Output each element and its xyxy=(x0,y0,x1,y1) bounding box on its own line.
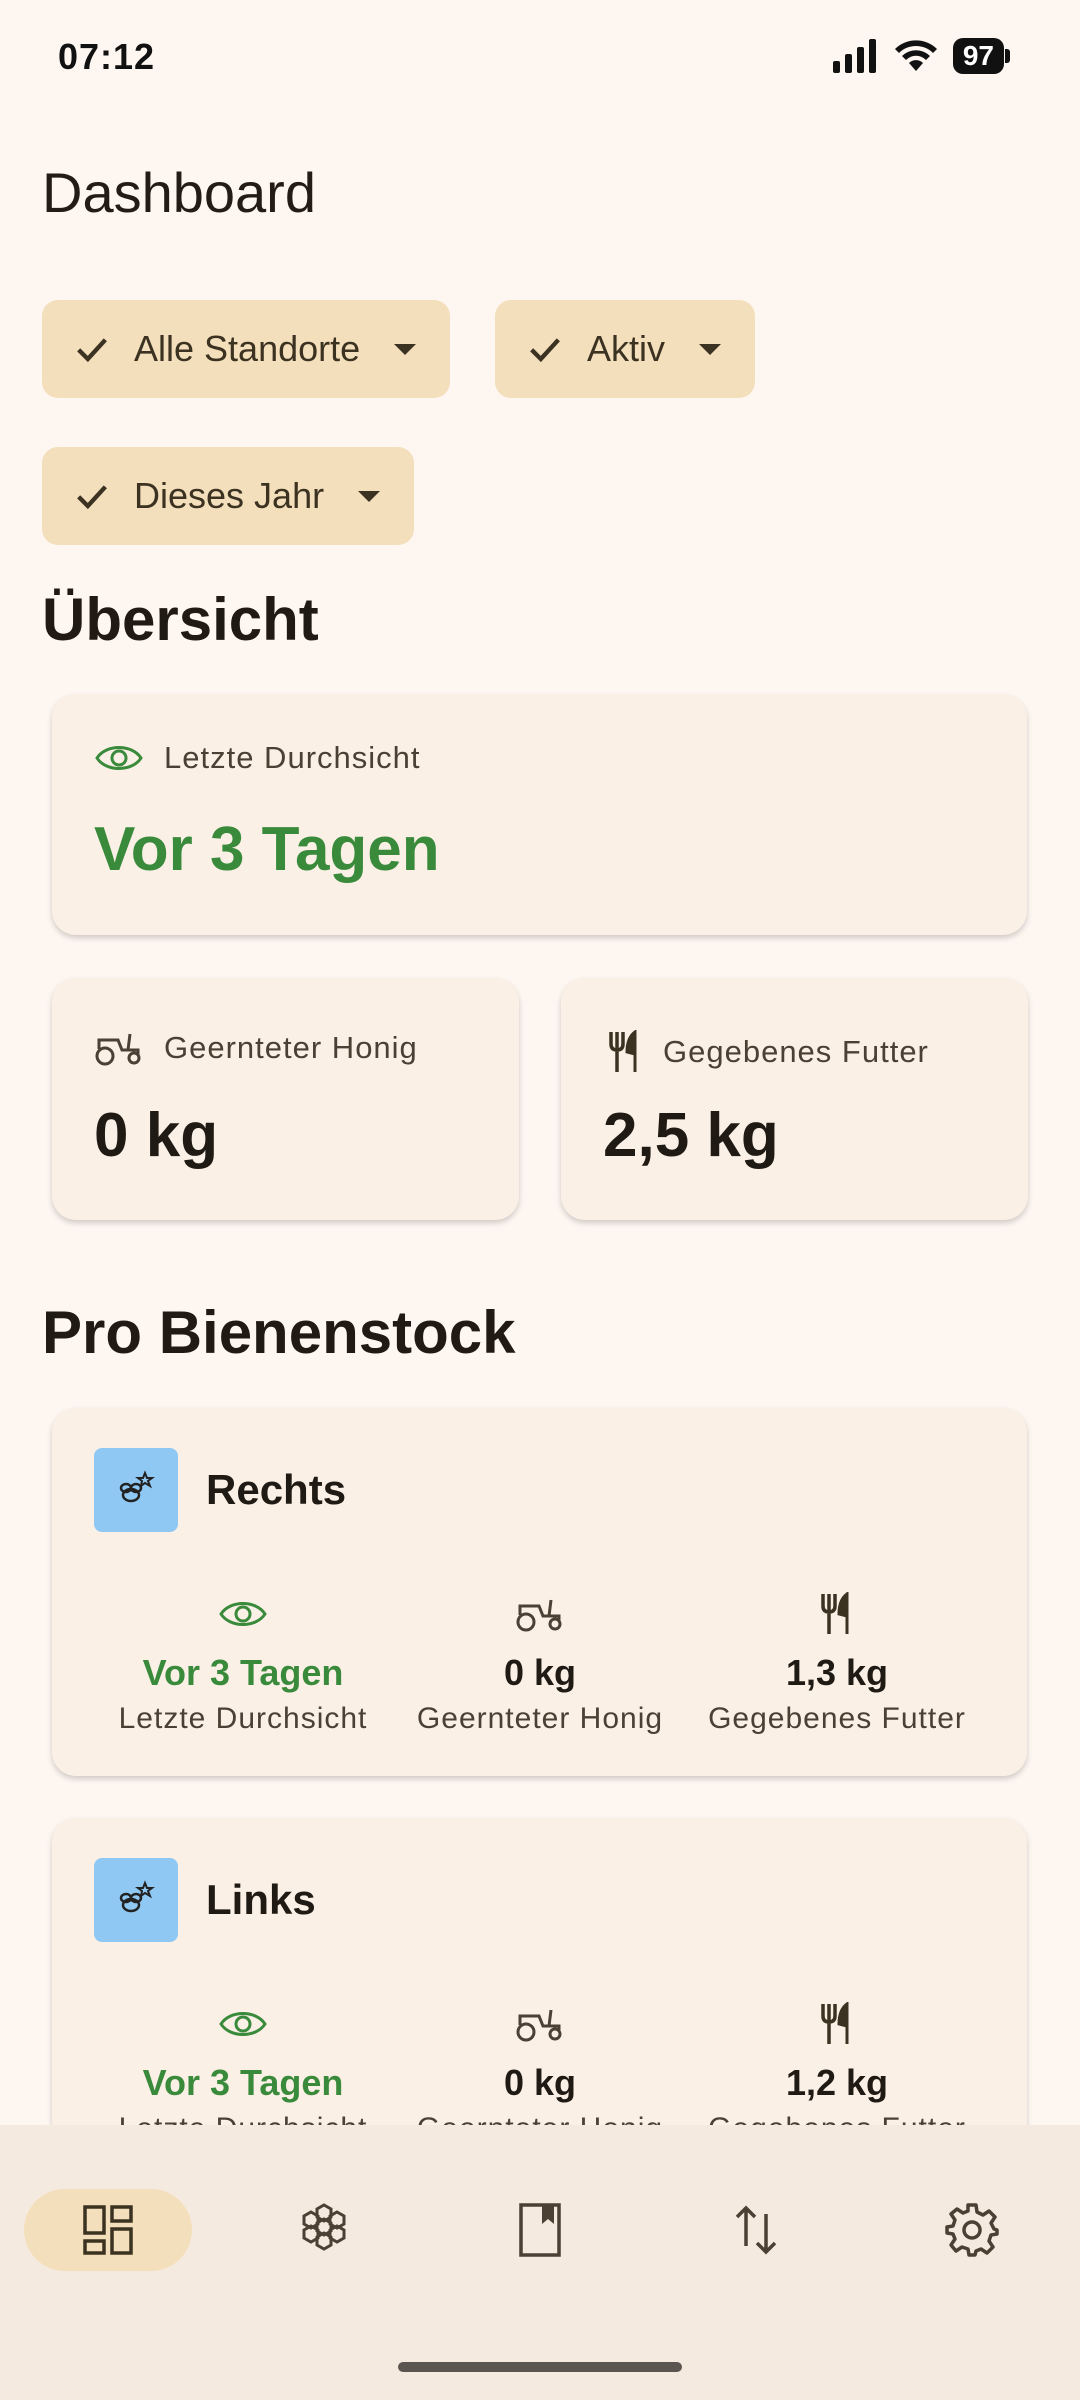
status-time: 07:12 xyxy=(58,36,156,77)
filter-chip-period[interactable]: Dieses Jahr xyxy=(42,447,415,545)
nav-hives[interactable] xyxy=(240,2189,408,2271)
status-bar: 07:12 97 xyxy=(0,0,1080,110)
book-icon xyxy=(519,2203,561,2257)
settings-icon xyxy=(945,2203,999,2257)
hive-feed-stat: 1,3 kg Gegebenes Futter xyxy=(692,1588,982,1736)
honey-card[interactable]: Geernteter Honig 0 kg xyxy=(52,978,519,1220)
hive-honey-stat: 0 kg Geernteter Honig xyxy=(395,1588,685,1736)
honey-label: Geernteter Honig xyxy=(164,1030,418,1065)
tractor-icon xyxy=(516,2009,562,2042)
battery-indicator: 97 xyxy=(952,38,1011,74)
feed-label-row: Gegebenes Futter xyxy=(607,1030,929,1074)
eye-icon xyxy=(219,1602,267,1626)
transfer-icon xyxy=(735,2205,777,2255)
hive-honey-value: 0 kg xyxy=(503,2062,577,2103)
feed-value: 2,5 kg xyxy=(603,1101,779,1170)
hive-header: Links xyxy=(94,1858,316,1942)
nav-dashboard[interactable] xyxy=(24,2189,192,2271)
last-inspection-value: Vor 3 Tagen xyxy=(94,815,440,884)
hive-feed-value: 1,3 kg xyxy=(785,1652,889,1693)
check-icon xyxy=(77,338,107,363)
honey-value: 0 kg xyxy=(94,1101,219,1170)
hive-inspection-value: Vor 3 Tagen xyxy=(142,2062,344,2103)
last-inspection-card[interactable]: Letzte Durchsicht Vor 3 Tagen xyxy=(52,694,1027,935)
cutlery-icon xyxy=(821,2002,849,2044)
hive-feed-label: Gegebenes Futter xyxy=(708,1702,966,1735)
page-title: Dashboard xyxy=(42,161,316,224)
feed-card[interactable]: Gegebenes Futter 2,5 kg xyxy=(561,978,1028,1220)
nav-transfer[interactable] xyxy=(672,2189,840,2271)
last-inspection-label-row: Letzte Durchsicht xyxy=(94,740,421,776)
chevron-down-icon xyxy=(358,490,381,502)
filter-chip-label: Alle Standorte xyxy=(134,328,361,369)
hive-feed-value: 1,2 kg xyxy=(785,2062,889,2103)
filter-chip-label: Aktiv xyxy=(587,328,666,369)
hive-inspection-stat: Vor 3 Tagen Letzte Durchsicht xyxy=(98,1998,388,2146)
nav-settings[interactable] xyxy=(888,2189,1056,2271)
hive-header: Rechts xyxy=(94,1448,346,1532)
wifi-icon xyxy=(894,40,937,71)
status-icons: 97 xyxy=(832,38,1011,74)
check-icon xyxy=(530,338,560,363)
bee-icon xyxy=(94,1858,178,1942)
chevron-down-icon xyxy=(394,343,417,355)
hive-inspection-value: Vor 3 Tagen xyxy=(142,1652,344,1693)
overview-heading: Übersicht xyxy=(42,586,319,653)
hive-name: Rechts xyxy=(206,1466,347,1513)
nav-journal[interactable] xyxy=(456,2189,624,2271)
hive-icon xyxy=(302,2203,346,2251)
hive-inspection-stat: Vor 3 Tagen Letzte Durchsicht xyxy=(98,1588,388,1736)
filter-chip-location[interactable]: Alle Standorte xyxy=(42,300,451,398)
check-icon xyxy=(77,485,107,510)
filter-chip-label: Dieses Jahr xyxy=(134,475,325,516)
bee-icon xyxy=(94,1448,178,1532)
eye-icon xyxy=(219,2012,267,2036)
cutlery-icon xyxy=(609,1030,637,1072)
honey-label-row: Geernteter Honig xyxy=(94,1030,418,1066)
last-inspection-label: Letzte Durchsicht xyxy=(164,740,421,775)
cutlery-icon xyxy=(821,1592,849,1634)
hive-honey-label: Geernteter Honig xyxy=(416,1702,664,1735)
signal-icon xyxy=(832,39,876,73)
home-indicator[interactable] xyxy=(398,2362,682,2372)
bottom-navigation xyxy=(0,2125,1080,2400)
hive-name: Links xyxy=(206,1876,316,1923)
hive-feed-stat: 1,2 kg Gegebenes Futter xyxy=(692,1998,982,2146)
tractor-icon xyxy=(95,1033,141,1066)
feed-label: Gegebenes Futter xyxy=(663,1034,929,1069)
chevron-down-icon xyxy=(699,343,722,355)
per-hive-heading: Pro Bienenstock xyxy=(42,1299,516,1366)
hive-honey-stat: 0 kg Geernteter Honig xyxy=(395,1998,685,2146)
filter-chip-status[interactable]: Aktiv xyxy=(495,300,756,398)
hive-inspection-label: Letzte Durchsicht xyxy=(118,1702,368,1735)
tractor-icon xyxy=(516,1599,562,1632)
hive-honey-value: 0 kg xyxy=(503,1652,577,1693)
dashboard-icon xyxy=(83,2205,133,2255)
eye-icon xyxy=(95,746,143,770)
hive-card[interactable]: Rechts Vor 3 Tagen Letzte Durchsicht 0 k… xyxy=(52,1408,1027,1776)
